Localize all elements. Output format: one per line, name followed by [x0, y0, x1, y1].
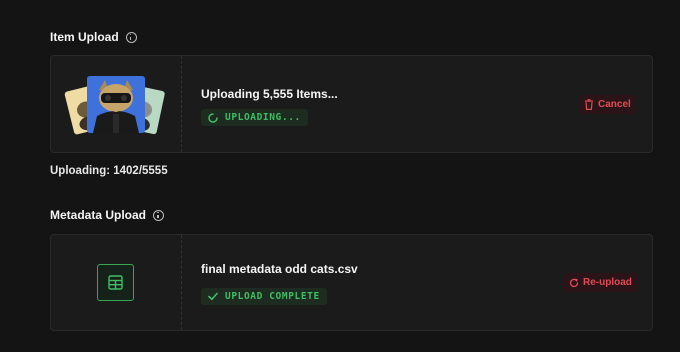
reupload-button-label: Re-upload — [583, 277, 632, 288]
check-icon — [208, 292, 218, 301]
item-preview — [51, 56, 182, 152]
uploading-status-text: UPLOADING... — [225, 112, 301, 123]
metadata-file-preview — [51, 235, 182, 330]
item-upload-title: Item Upload — [50, 30, 119, 44]
upload-complete-text: UPLOAD COMPLETE — [225, 291, 320, 302]
upload-complete-badge: UPLOAD COMPLETE — [201, 288, 327, 305]
cancel-button-label: Cancel — [598, 99, 631, 110]
metadata-upload-heading: Metadata Upload — [50, 208, 165, 222]
info-icon[interactable] — [125, 31, 137, 43]
item-upload-file-title: Uploading 5,555 Items... — [201, 87, 338, 101]
uploading-status-badge: UPLOADING... — [201, 109, 308, 126]
metadata-upload-title: Metadata Upload — [50, 208, 147, 222]
item-upload-card: Uploading 5,555 Items... UPLOADING... Ca… — [50, 55, 653, 153]
table-icon — [108, 275, 123, 290]
spinner-icon — [208, 112, 218, 123]
upload-progress-text: Uploading: 1402/5555 — [50, 165, 168, 177]
metadata-file-title: final metadata odd cats.csv — [201, 262, 358, 276]
item-upload-heading: Item Upload — [50, 30, 137, 44]
info-icon[interactable] — [153, 209, 165, 221]
trash-icon — [584, 99, 594, 110]
refresh-icon — [569, 278, 579, 288]
nft-preview-center — [87, 76, 145, 133]
csv-file-box — [97, 264, 134, 301]
reupload-button[interactable]: Re-upload — [564, 273, 637, 292]
cancel-button[interactable]: Cancel — [579, 95, 636, 114]
metadata-upload-card: final metadata odd cats.csv UPLOAD COMPL… — [50, 234, 653, 331]
